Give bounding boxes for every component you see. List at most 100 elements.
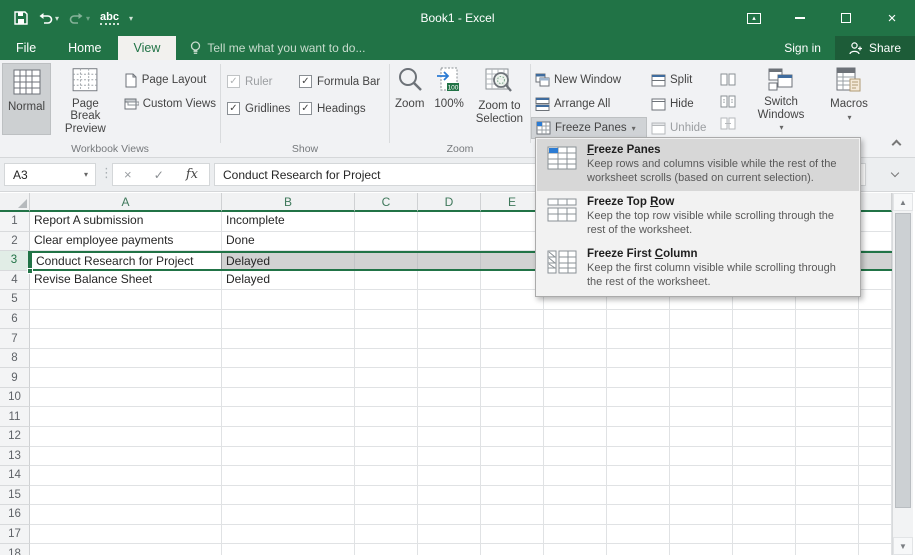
cell-D1[interactable] (418, 212, 481, 232)
cell-A8[interactable] (30, 348, 222, 369)
split-button[interactable]: Split (647, 69, 713, 91)
cell-B10[interactable] (222, 387, 355, 408)
cell-D16[interactable] (418, 505, 481, 525)
column-header-C[interactable]: C (355, 193, 418, 212)
row-header-9[interactable]: 9 (0, 368, 30, 388)
menu-item-freeze-first-column[interactable]: Freeze First Column Keep the first colum… (537, 243, 859, 295)
cell-K18[interactable] (859, 544, 892, 555)
cell-G10[interactable] (607, 387, 670, 408)
cell-B6[interactable] (222, 309, 355, 330)
cell-J14[interactable] (796, 466, 859, 486)
cell-J13[interactable] (796, 446, 859, 467)
vertical-scrollbar[interactable]: ▲ ▼ (892, 193, 913, 555)
cell-B17[interactable] (222, 524, 355, 545)
cell-C15[interactable] (355, 485, 418, 506)
cell-K7[interactable] (859, 329, 892, 349)
cell-A12[interactable] (30, 427, 222, 447)
tab-home[interactable]: Home (52, 36, 117, 60)
tell-me-box[interactable]: Tell me what you want to do... (176, 36, 365, 60)
cell-D14[interactable] (418, 466, 481, 486)
row-header-8[interactable]: 8 (0, 348, 30, 369)
cell-J15[interactable] (796, 485, 859, 506)
cell-J17[interactable] (796, 524, 859, 545)
cell-F18[interactable] (544, 544, 607, 555)
cell-F8[interactable] (544, 348, 607, 369)
cell-A7[interactable] (30, 329, 222, 349)
cell-B1[interactable]: Incomplete (222, 212, 355, 232)
cell-K1[interactable] (859, 212, 892, 232)
page-break-preview-button[interactable]: Page Break Preview (51, 63, 120, 135)
name-box-dropdown-icon[interactable]: ▾ (77, 170, 95, 179)
cancel-entry-button[interactable]: × (124, 167, 132, 182)
cell-B16[interactable] (222, 505, 355, 525)
cell-J8[interactable] (796, 348, 859, 369)
cell-E16[interactable] (481, 505, 544, 525)
arrange-all-button[interactable]: Arrange All (531, 93, 647, 115)
cell-A15[interactable] (30, 485, 222, 506)
close-button[interactable]: × (869, 0, 915, 36)
spelling-button[interactable]: abc (100, 11, 119, 25)
cell-A13[interactable] (30, 446, 222, 467)
row-header-18[interactable]: 18 (0, 544, 30, 555)
cell-F16[interactable] (544, 505, 607, 525)
cell-A18[interactable] (30, 544, 222, 555)
cell-D15[interactable] (418, 485, 481, 506)
synchronous-scrolling-button[interactable] (717, 91, 739, 111)
cell-I10[interactable] (733, 387, 796, 408)
formula-bar-checkbox[interactable]: ✓ Formula Bar (299, 75, 380, 88)
cell-K3[interactable] (859, 253, 892, 269)
cell-B15[interactable] (222, 485, 355, 506)
cell-D11[interactable] (418, 407, 481, 428)
select-all-button[interactable] (0, 193, 30, 212)
cell-J18[interactable] (796, 544, 859, 555)
cell-A10[interactable] (30, 387, 222, 408)
cell-B2[interactable]: Done (222, 231, 355, 252)
cell-B12[interactable] (222, 427, 355, 447)
cell-E12[interactable] (481, 427, 544, 447)
hide-button[interactable]: Hide (647, 93, 713, 115)
cell-B5[interactable] (222, 290, 355, 310)
cell-F14[interactable] (544, 466, 607, 486)
cell-H10[interactable] (670, 387, 733, 408)
cell-A6[interactable] (30, 309, 222, 330)
cell-B18[interactable] (222, 544, 355, 555)
cell-I17[interactable] (733, 524, 796, 545)
cell-B9[interactable] (222, 368, 355, 388)
cell-H11[interactable] (670, 407, 733, 428)
customize-qat-button[interactable]: ▾ (129, 14, 133, 23)
cell-C2[interactable] (355, 231, 418, 252)
row-header-16[interactable]: 16 (0, 505, 30, 525)
undo-dropdown-icon[interactable]: ▾ (55, 14, 59, 23)
column-header[interactable] (859, 193, 892, 212)
cell-D4[interactable] (418, 270, 481, 291)
cell-J10[interactable] (796, 387, 859, 408)
cell-D10[interactable] (418, 387, 481, 408)
fill-handle[interactable] (27, 267, 33, 274)
cell-I7[interactable] (733, 329, 796, 349)
tab-file[interactable]: File (0, 36, 52, 60)
cell-I6[interactable] (733, 309, 796, 330)
column-header-A[interactable]: A (30, 193, 222, 212)
cell-B14[interactable] (222, 466, 355, 486)
normal-view-button[interactable]: Normal (2, 63, 52, 135)
cell-D17[interactable] (418, 524, 481, 545)
row-header-10[interactable]: 10 (0, 387, 30, 408)
menu-item-freeze-panes[interactable]: Freeze Panes Keep rows and columns visib… (537, 139, 859, 191)
cell-H9[interactable] (670, 368, 733, 388)
cell-C6[interactable] (355, 309, 418, 330)
row-header-14[interactable]: 14 (0, 466, 30, 486)
cell-E13[interactable] (481, 446, 544, 467)
cell-H12[interactable] (670, 427, 733, 447)
cell-F10[interactable] (544, 387, 607, 408)
cell-K10[interactable] (859, 387, 892, 408)
expand-formula-bar-button[interactable] (881, 163, 909, 186)
minimize-button[interactable] (777, 0, 823, 36)
cell-C5[interactable] (355, 290, 418, 310)
ribbon-display-options-button[interactable]: ▴ (731, 0, 777, 36)
cell-F13[interactable] (544, 446, 607, 467)
cell-B3[interactable]: Delayed (222, 253, 355, 269)
cell-A17[interactable] (30, 524, 222, 545)
zoom-button[interactable]: Zoom (390, 63, 429, 135)
cell-C3[interactable] (355, 253, 418, 269)
cell-D12[interactable] (418, 427, 481, 447)
